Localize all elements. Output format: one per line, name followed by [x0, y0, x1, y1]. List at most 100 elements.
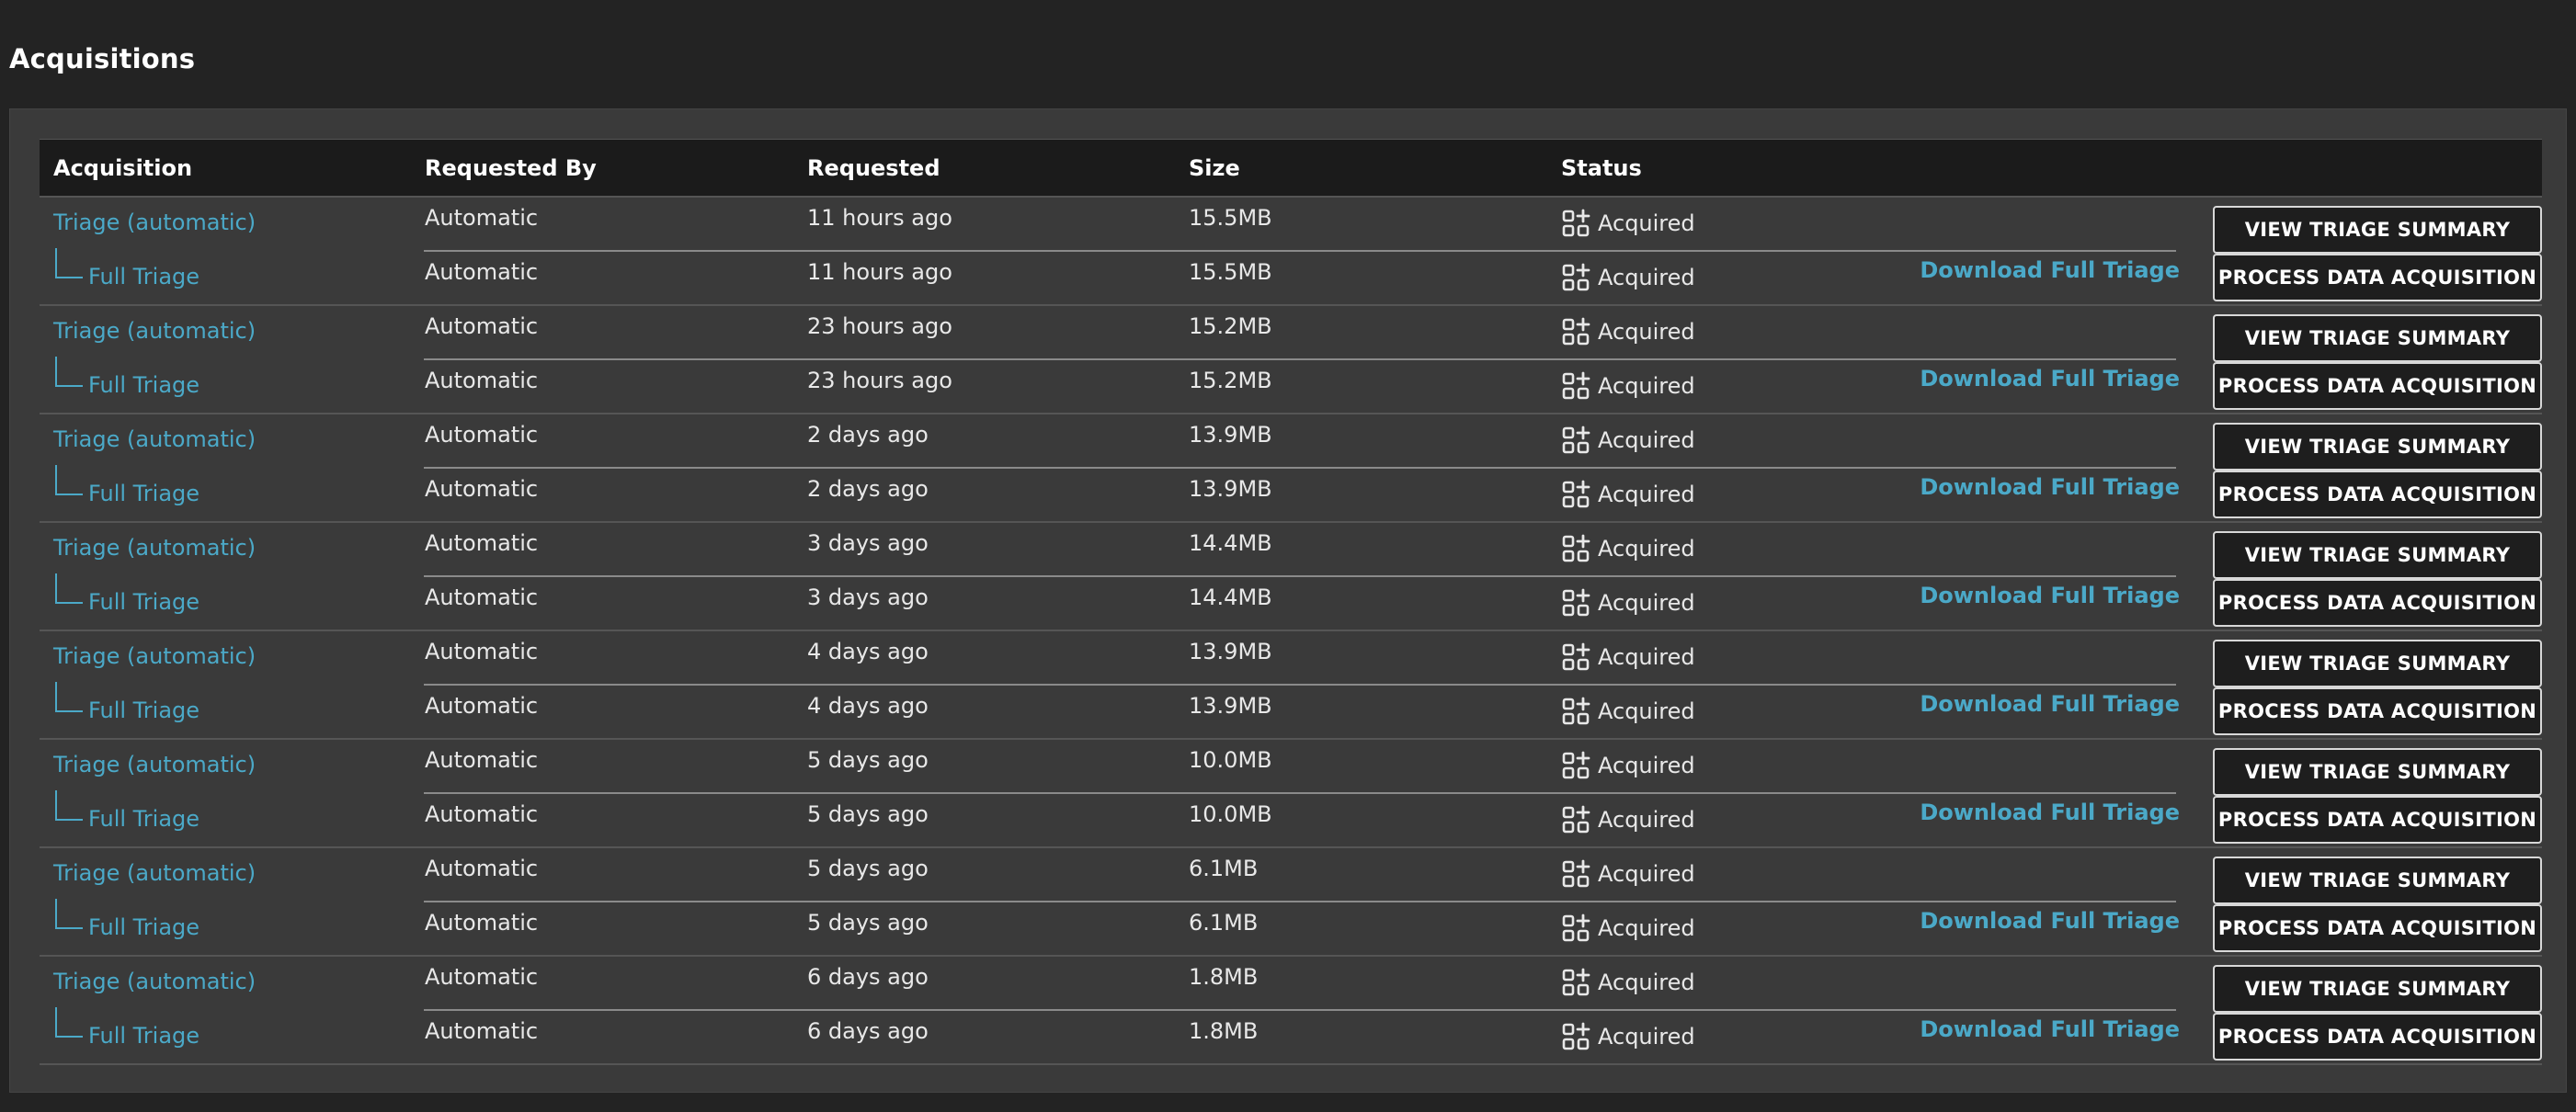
apps-add-icon	[1562, 751, 1590, 779]
download-full-triage-link[interactable]: Download Full Triage	[1920, 800, 2180, 825]
size-cell: 15.5MB	[1189, 205, 1272, 231]
full-triage-link[interactable]: Full Triage	[88, 372, 199, 398]
table-row-group: Triage (automatic) Automatic 3 days ago …	[40, 523, 2542, 631]
triage-link[interactable]: Triage (automatic)	[53, 643, 256, 669]
tree-connector	[55, 357, 83, 387]
table-row-group: Triage (automatic) Automatic 11 hours ag…	[40, 198, 2542, 306]
status-label: Acquired	[1598, 427, 1695, 453]
requested-by-cell: Automatic	[425, 801, 539, 827]
apps-add-icon	[1562, 426, 1590, 454]
process-data-acquisition-button[interactable]: PROCESS DATA ACQUISITION	[2213, 796, 2542, 844]
triage-link[interactable]: Triage (automatic)	[53, 969, 256, 994]
requested-cell: 5 days ago	[807, 747, 929, 773]
status-label: Acquired	[1598, 319, 1695, 345]
requested-by-cell: Automatic	[425, 910, 539, 936]
status-cell: Acquired	[1561, 1022, 1695, 1051]
process-data-acquisition-button[interactable]: PROCESS DATA ACQUISITION	[2213, 1013, 2542, 1061]
size-cell: 13.9MB	[1189, 693, 1272, 719]
size-cell: 1.8MB	[1189, 964, 1259, 990]
requested-cell: 2 days ago	[807, 476, 929, 502]
requested-by-cell: Automatic	[425, 422, 539, 448]
apps-add-icon	[1562, 697, 1590, 725]
status-label: Acquired	[1598, 210, 1695, 236]
view-triage-summary-button[interactable]: VIEW TRIAGE SUMMARY	[2213, 206, 2542, 254]
process-data-acquisition-button[interactable]: PROCESS DATA ACQUISITION	[2213, 471, 2542, 518]
requested-by-cell: Automatic	[425, 205, 539, 231]
requested-cell: 2 days ago	[807, 422, 929, 448]
requested-by-cell: Automatic	[425, 1018, 539, 1044]
view-triage-summary-button[interactable]: VIEW TRIAGE SUMMARY	[2213, 857, 2542, 904]
apps-add-icon	[1562, 480, 1590, 508]
full-triage-link[interactable]: Full Triage	[88, 914, 199, 940]
view-triage-summary-button[interactable]: VIEW TRIAGE SUMMARY	[2213, 965, 2542, 1013]
process-data-acquisition-button[interactable]: PROCESS DATA ACQUISITION	[2213, 579, 2542, 627]
table-row-triage: Triage (automatic) Automatic 2 days ago …	[40, 414, 2542, 471]
full-triage-link[interactable]: Full Triage	[88, 481, 199, 506]
download-full-triage-link[interactable]: Download Full Triage	[1920, 257, 2180, 283]
requested-by-cell: Automatic	[425, 639, 539, 664]
status-label: Acquired	[1598, 970, 1695, 995]
view-triage-summary-button[interactable]: VIEW TRIAGE SUMMARY	[2213, 640, 2542, 687]
requested-cell: 11 hours ago	[807, 205, 952, 231]
header-size: Size	[1189, 155, 1240, 181]
apps-add-icon	[1562, 968, 1590, 996]
table-row-group: Triage (automatic) Automatic 6 days ago …	[40, 957, 2542, 1065]
triage-link[interactable]: Triage (automatic)	[53, 426, 256, 452]
full-triage-link[interactable]: Full Triage	[88, 589, 199, 615]
download-full-triage-link[interactable]: Download Full Triage	[1920, 366, 2180, 391]
size-cell: 13.9MB	[1189, 476, 1272, 502]
tree-connector	[55, 899, 83, 929]
table-row-full-triage: Full Triage Automatic 4 days ago 13.9MB …	[40, 682, 2542, 740]
tree-connector	[55, 682, 83, 712]
apps-add-icon	[1562, 642, 1590, 671]
full-triage-link[interactable]: Full Triage	[88, 1023, 199, 1049]
view-triage-summary-button[interactable]: VIEW TRIAGE SUMMARY	[2213, 314, 2542, 362]
triage-link[interactable]: Triage (automatic)	[53, 860, 256, 886]
status-cell: Acquired	[1561, 805, 1695, 834]
download-full-triage-link[interactable]: Download Full Triage	[1920, 583, 2180, 608]
status-cell: Acquired	[1561, 642, 1695, 672]
process-data-acquisition-button[interactable]: PROCESS DATA ACQUISITION	[2213, 904, 2542, 952]
status-label: Acquired	[1598, 265, 1695, 290]
view-triage-summary-button[interactable]: VIEW TRIAGE SUMMARY	[2213, 531, 2542, 579]
process-data-acquisition-button[interactable]: PROCESS DATA ACQUISITION	[2213, 254, 2542, 301]
tree-connector	[55, 1007, 83, 1038]
requested-cell: 11 hours ago	[807, 259, 952, 285]
status-label: Acquired	[1598, 698, 1695, 724]
download-full-triage-link[interactable]: Download Full Triage	[1920, 474, 2180, 500]
table-row-triage: Triage (automatic) Automatic 5 days ago …	[40, 740, 2542, 796]
requested-by-cell: Automatic	[425, 856, 539, 881]
status-cell: Acquired	[1561, 913, 1695, 943]
table-row-group: Triage (automatic) Automatic 4 days ago …	[40, 631, 2542, 740]
triage-link[interactable]: Triage (automatic)	[53, 535, 256, 561]
size-cell: 15.2MB	[1189, 313, 1272, 339]
view-triage-summary-button[interactable]: VIEW TRIAGE SUMMARY	[2213, 748, 2542, 796]
apps-add-icon	[1562, 588, 1590, 617]
view-triage-summary-button[interactable]: VIEW TRIAGE SUMMARY	[2213, 423, 2542, 471]
status-label: Acquired	[1598, 373, 1695, 399]
table-header: Acquisition Requested By Requested Size …	[40, 139, 2542, 198]
download-full-triage-link[interactable]: Download Full Triage	[1920, 908, 2180, 934]
requested-cell: 23 hours ago	[807, 313, 952, 339]
full-triage-link[interactable]: Full Triage	[88, 698, 199, 723]
full-triage-link[interactable]: Full Triage	[88, 806, 199, 832]
full-triage-link[interactable]: Full Triage	[88, 264, 199, 289]
header-acquisition: Acquisition	[53, 155, 193, 181]
triage-link[interactable]: Triage (automatic)	[53, 318, 256, 344]
status-label: Acquired	[1598, 536, 1695, 562]
requested-cell: 3 days ago	[807, 584, 929, 610]
table-row-group: Triage (automatic) Automatic 23 hours ag…	[40, 306, 2542, 414]
size-cell: 14.4MB	[1189, 530, 1272, 556]
requested-by-cell: Automatic	[425, 693, 539, 719]
status-label: Acquired	[1598, 590, 1695, 616]
download-full-triage-link[interactable]: Download Full Triage	[1920, 691, 2180, 717]
requested-cell: 5 days ago	[807, 910, 929, 936]
process-data-acquisition-button[interactable]: PROCESS DATA ACQUISITION	[2213, 362, 2542, 410]
download-full-triage-link[interactable]: Download Full Triage	[1920, 1016, 2180, 1042]
triage-link[interactable]: Triage (automatic)	[53, 752, 256, 777]
triage-link[interactable]: Triage (automatic)	[53, 210, 256, 235]
requested-by-cell: Automatic	[425, 368, 539, 393]
table-row-triage: Triage (automatic) Automatic 4 days ago …	[40, 631, 2542, 687]
table-row-group: Triage (automatic) Automatic 5 days ago …	[40, 740, 2542, 848]
process-data-acquisition-button[interactable]: PROCESS DATA ACQUISITION	[2213, 687, 2542, 735]
